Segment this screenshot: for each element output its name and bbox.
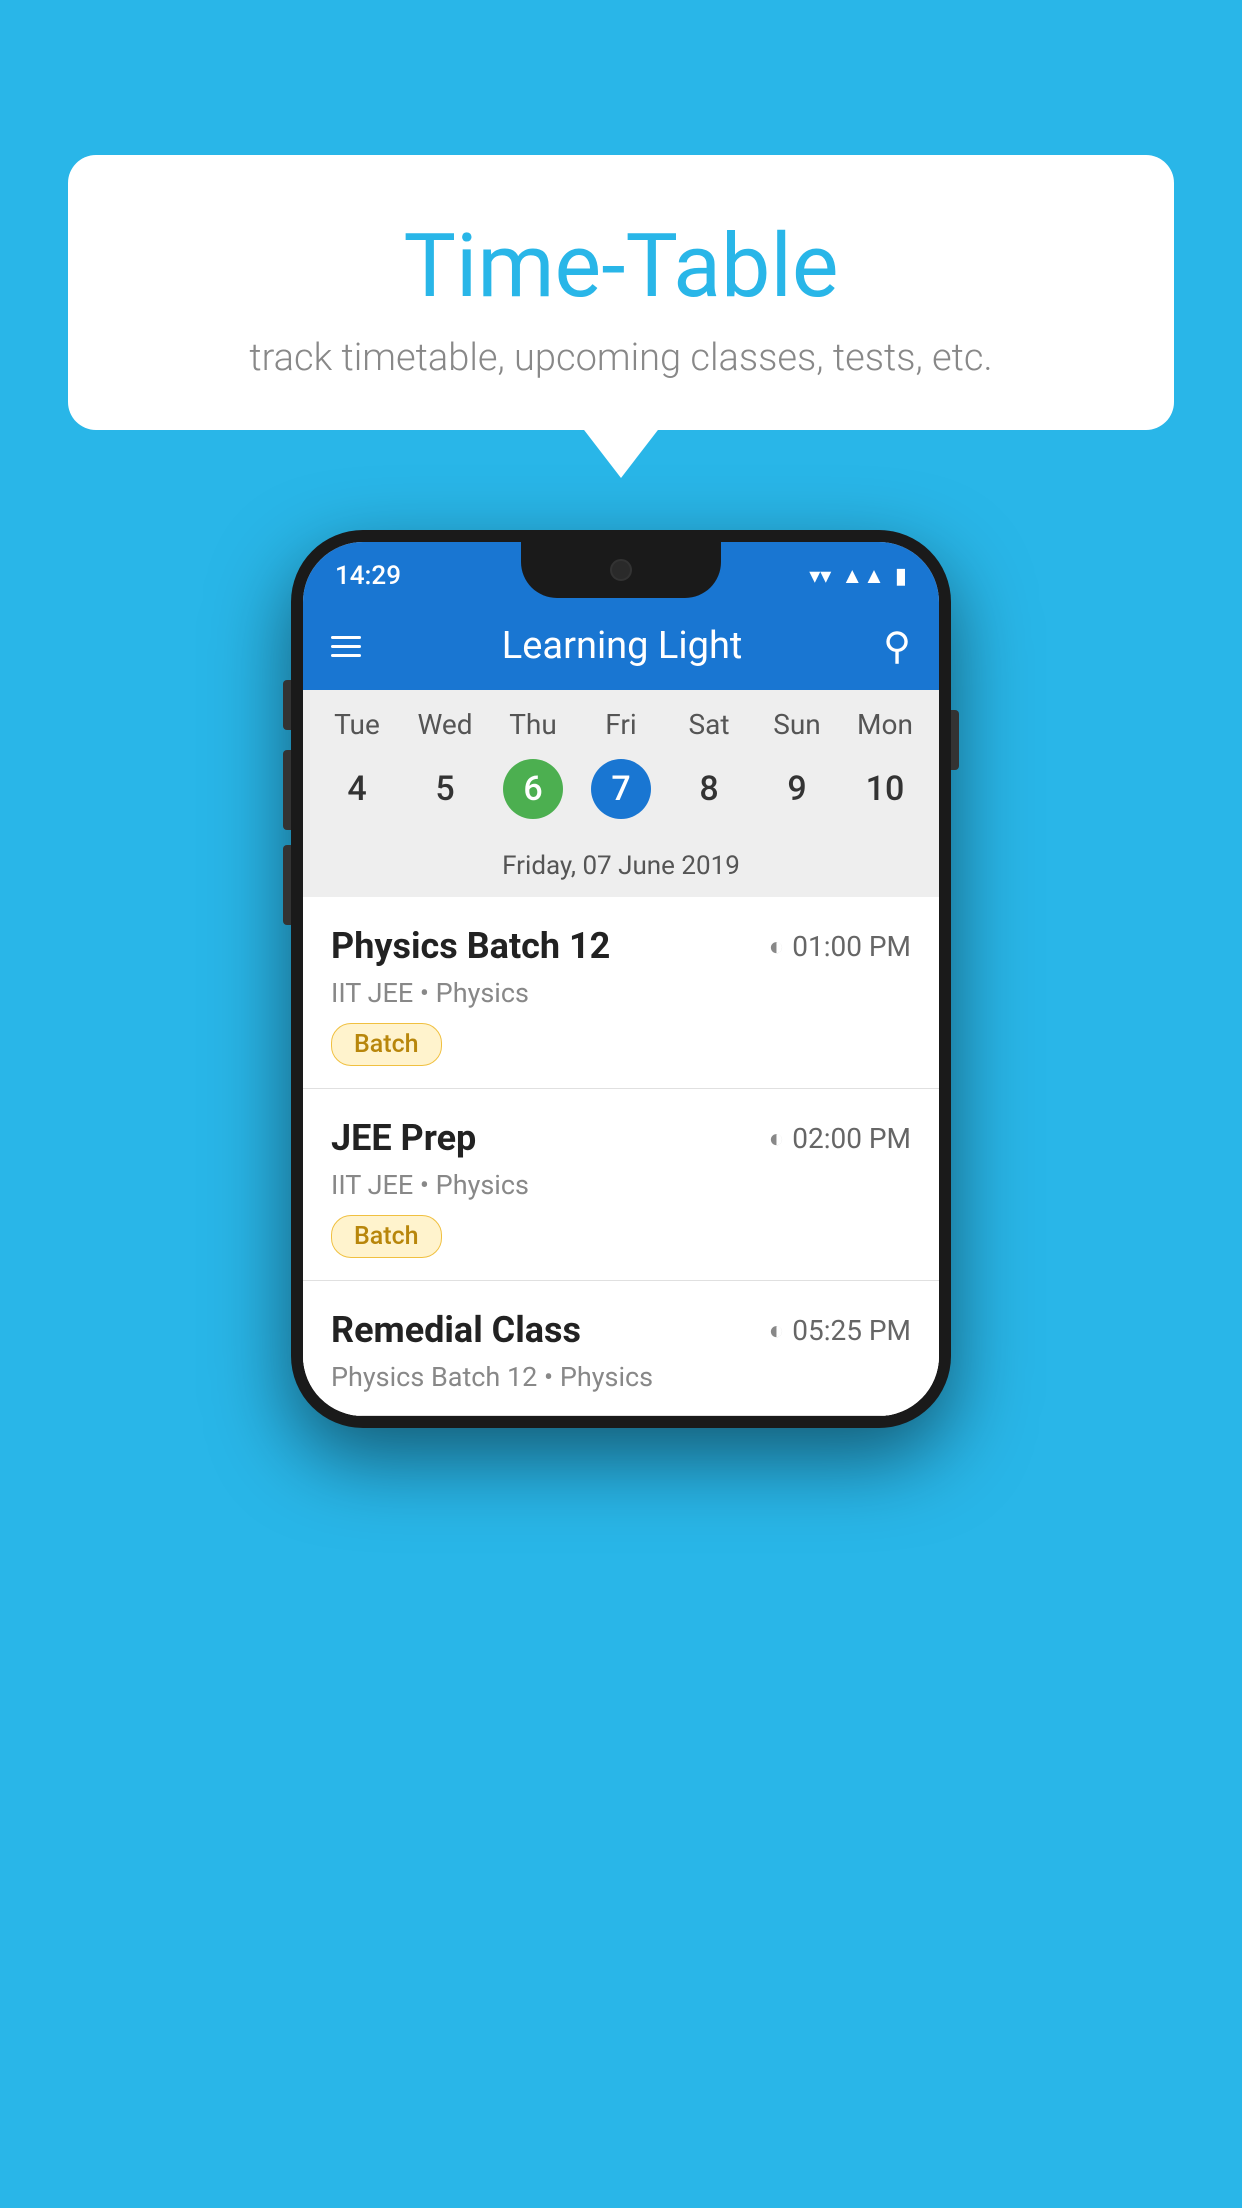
day-sun: Sun — [753, 708, 841, 749]
power-button — [951, 710, 959, 770]
date-6[interactable]: 6 — [489, 749, 577, 829]
dates-row: 4 5 6 7 8 9 10 — [303, 749, 939, 829]
days-header: Tue Wed Thu Fri Sat Sun Mon — [303, 708, 939, 749]
schedule-item-2-time: ◐ 02:00 PM — [769, 1122, 912, 1155]
phone-mockup: 14:29 ▾▾ ▲▲ ▮ Learning Light ⚲ — [291, 530, 951, 1428]
day-sat: Sat — [665, 708, 753, 749]
app-bar: Learning Light ⚲ — [303, 602, 939, 690]
date-5[interactable]: 5 — [401, 749, 489, 829]
day-wed: Wed — [401, 708, 489, 749]
app-feature-subtitle: track timetable, upcoming classes, tests… — [108, 336, 1134, 380]
phone-outer-shell: 14:29 ▾▾ ▲▲ ▮ Learning Light ⚲ — [291, 530, 951, 1428]
phone-screen: 14:29 ▾▾ ▲▲ ▮ Learning Light ⚲ — [303, 542, 939, 1416]
battery-icon: ▮ — [895, 564, 907, 589]
schedule-item-2-header: JEE Prep ◐ 02:00 PM — [331, 1117, 911, 1159]
schedule-item-1-time: ◐ 01:00 PM — [769, 930, 912, 963]
date-8[interactable]: 8 — [665, 749, 753, 829]
schedule-item-3-title: Remedial Class — [331, 1309, 581, 1351]
date-9[interactable]: 9 — [753, 749, 841, 829]
date-4[interactable]: 4 — [313, 749, 401, 829]
phone-notch — [521, 542, 721, 598]
schedule-item-3-time: ◐ 05:25 PM — [769, 1314, 912, 1347]
schedule-item-1-subtitle: IIT JEE • Physics — [331, 977, 911, 1009]
schedule-item-3-header: Remedial Class ◐ 05:25 PM — [331, 1309, 911, 1351]
mute-button — [283, 680, 291, 730]
volume-up-button — [283, 750, 291, 830]
status-icons: ▾▾ ▲▲ ▮ — [809, 563, 907, 589]
schedule-item-2-time-label: 02:00 PM — [792, 1122, 911, 1155]
calendar-strip: Tue Wed Thu Fri Sat Sun Mon 4 5 6 7 8 9 … — [303, 690, 939, 897]
schedule-item-3-subtitle: Physics Batch 12 • Physics — [331, 1361, 911, 1393]
batch-badge-1: Batch — [331, 1023, 442, 1066]
clock-icon-1: ◐ — [769, 931, 785, 962]
front-camera — [610, 559, 632, 581]
wifi-icon: ▾▾ — [809, 564, 831, 589]
schedule-item-1[interactable]: Physics Batch 12 ◐ 01:00 PM IIT JEE • Ph… — [303, 897, 939, 1089]
day-thu: Thu — [489, 708, 577, 749]
batch-badge-2: Batch — [331, 1215, 442, 1258]
clock-icon-2: ◐ — [769, 1123, 785, 1154]
day-mon: Mon — [841, 708, 929, 749]
date-10[interactable]: 10 — [841, 749, 929, 829]
day-tue: Tue — [313, 708, 401, 749]
schedule-item-2-title: JEE Prep — [331, 1117, 476, 1159]
speech-bubble: Time-Table track timetable, upcoming cla… — [68, 155, 1174, 430]
schedule-list: Physics Batch 12 ◐ 01:00 PM IIT JEE • Ph… — [303, 897, 939, 1416]
signal-icon: ▲▲ — [841, 563, 885, 589]
schedule-item-1-time-label: 01:00 PM — [792, 930, 911, 963]
date-7[interactable]: 7 — [577, 749, 665, 829]
schedule-item-1-header: Physics Batch 12 ◐ 01:00 PM — [331, 925, 911, 967]
schedule-item-3-time-label: 05:25 PM — [792, 1314, 911, 1347]
schedule-item-3[interactable]: Remedial Class ◐ 05:25 PM Physics Batch … — [303, 1281, 939, 1416]
volume-down-button — [283, 845, 291, 925]
clock-icon-3: ◐ — [769, 1315, 785, 1346]
search-icon[interactable]: ⚲ — [883, 624, 911, 669]
app-title: Learning Light — [385, 624, 859, 668]
schedule-item-1-title: Physics Batch 12 — [331, 925, 610, 967]
day-fri: Fri — [577, 708, 665, 749]
schedule-item-2-subtitle: IIT JEE • Physics — [331, 1169, 911, 1201]
menu-button[interactable] — [331, 636, 361, 657]
schedule-item-2[interactable]: JEE Prep ◐ 02:00 PM IIT JEE • Physics Ba… — [303, 1089, 939, 1281]
status-time: 14:29 — [335, 561, 401, 591]
app-feature-title: Time-Table — [108, 215, 1134, 318]
selected-date-label: Friday, 07 June 2019 — [303, 841, 939, 897]
